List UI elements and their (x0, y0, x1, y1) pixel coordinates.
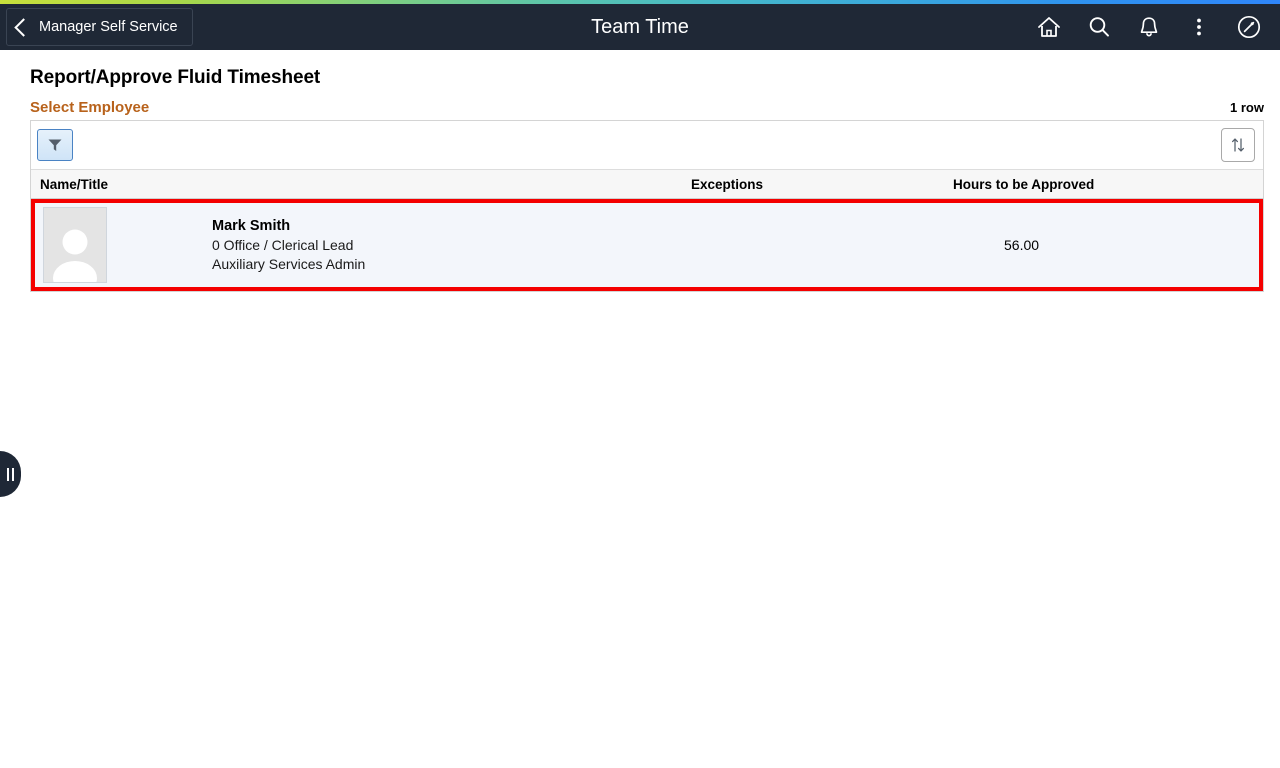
column-header-name-title: Name/Title (40, 176, 109, 192)
row-count-label: 1 row (1230, 100, 1264, 115)
column-header-hours: Hours to be Approved (953, 176, 1095, 192)
home-icon[interactable] (1026, 4, 1072, 50)
cell-hours-to-be-approved: 56.00 (1004, 237, 1040, 253)
employee-grid: Name/Title Exceptions Hours to be Approv… (30, 120, 1264, 292)
cell-name-title: Mark Smith 0 Office / Clerical Lead Auxi… (35, 204, 691, 286)
grid-column-headers: Name/Title Exceptions Hours to be Approv… (31, 169, 1263, 199)
filter-funnel-icon (48, 139, 62, 151)
search-icon[interactable] (1076, 4, 1122, 50)
column-header-exceptions: Exceptions (691, 176, 764, 192)
employee-job-title: 0 Office / Clerical Lead (212, 237, 354, 254)
page-title: Report/Approve Fluid Timesheet (30, 67, 321, 88)
navbar-compass-icon[interactable] (1226, 4, 1272, 50)
avatar (40, 204, 110, 286)
page-body: Report/Approve Fluid Timesheet Select Em… (0, 67, 1280, 497)
sort-button[interactable] (1221, 128, 1255, 162)
header-icon-group (1026, 4, 1272, 50)
app-header: Manager Self Service Team Time (0, 4, 1280, 50)
employee-text-block: Mark Smith 0 Office / Clerical Lead Auxi… (212, 217, 365, 274)
collapse-panel-handle[interactable] (0, 451, 21, 497)
chevron-left-icon (14, 17, 33, 37)
employee-name: Mark Smith (212, 217, 291, 234)
section-title: Select Employee (30, 99, 150, 116)
handle-bar-right (12, 467, 14, 481)
filter-button[interactable] (37, 129, 73, 161)
back-button[interactable]: Manager Self Service (6, 8, 193, 46)
sort-updown-icon (1231, 138, 1245, 152)
table-row[interactable]: Mark Smith 0 Office / Clerical Lead Auxi… (31, 199, 1263, 291)
employee-photo-placeholder-icon (53, 229, 97, 282)
back-button-label: Manager Self Service (39, 19, 178, 35)
handle-bar-left (7, 467, 9, 481)
section-header-row: Select Employee 1 row (30, 99, 1264, 116)
grid-toolbar (31, 121, 1263, 169)
actions-menu-icon[interactable] (1176, 4, 1222, 50)
grid-body: Mark Smith 0 Office / Clerical Lead Auxi… (31, 199, 1263, 291)
employee-department: Auxiliary Services Admin (212, 255, 366, 272)
notifications-bell-icon[interactable] (1126, 4, 1172, 50)
